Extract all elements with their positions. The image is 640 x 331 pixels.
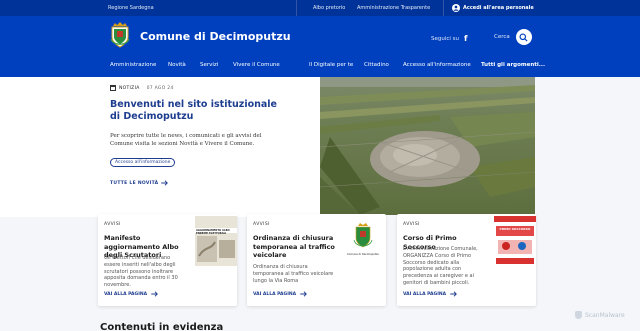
region-link[interactable]: Regione Sardegna xyxy=(108,5,154,11)
tag-label: NOTIZIA xyxy=(119,85,140,91)
hero-section: NOTIZIA 07 AGO 24 Benvenuti nel sito ist… xyxy=(0,77,320,217)
card-link[interactable]: VAI ALLA PAGINA xyxy=(253,291,308,297)
topic-chip[interactable]: Accesso all'informazione xyxy=(110,158,176,167)
facebook-icon[interactable]: f xyxy=(464,34,467,43)
arrow-right-icon xyxy=(151,291,159,297)
hero-aerial-photo xyxy=(320,77,535,215)
search-area: Cerca xyxy=(494,29,532,45)
arrow-right-icon xyxy=(161,180,169,186)
card-thumbnail-text: Comune di Decimoputzu xyxy=(347,253,379,256)
divider xyxy=(443,0,444,16)
search-label: Cerca xyxy=(494,34,510,40)
calendar-icon xyxy=(110,85,116,91)
amministrazione-trasparente-link[interactable]: Amministrazione Trasparente xyxy=(357,5,430,11)
divider xyxy=(296,0,297,16)
nav-item-amministrazione[interactable]: Amministrazione xyxy=(110,62,156,68)
card-thumbnail: PRIMO SOCCORSO xyxy=(494,216,536,266)
header: Comune di Decimoputzu Seguici su f Cerca… xyxy=(0,16,640,77)
municipal-crest-logo[interactable] xyxy=(110,22,130,48)
news-card[interactable]: AVVISI Ordinanza di chiusura temporanea … xyxy=(247,214,386,306)
watermark: ScanMalware xyxy=(575,311,625,319)
watermark-label: ScanMalware xyxy=(585,311,625,319)
card-description: L'Amministrazione Comunale, ORGANIZZA Co… xyxy=(403,246,478,286)
news-tag: NOTIZIA 07 AGO 24 xyxy=(110,85,174,91)
card-link[interactable]: VAI ALLA PAGINA xyxy=(403,291,458,297)
card-link-label: VAI ALLA PAGINA xyxy=(253,291,297,297)
login-button[interactable]: Accedi all'area personale xyxy=(452,3,534,13)
arrow-right-icon xyxy=(300,291,308,297)
site-title[interactable]: Comune di Decimoputzu xyxy=(140,30,291,43)
nav-item-cittadino[interactable]: Cittadino xyxy=(364,62,389,68)
main-navigation: Amministrazione Novità Servizi Vivere il… xyxy=(0,62,640,76)
card-category: AVVISI xyxy=(104,222,121,227)
search-icon xyxy=(519,32,528,42)
all-news-link[interactable]: TUTTE LE NOVITÀ xyxy=(110,180,169,186)
login-label: Accedi all'area personale xyxy=(463,5,534,11)
card-category: AVVISI xyxy=(253,222,270,227)
social-links: Seguici su f xyxy=(431,34,468,43)
top-bar: Regione Sardegna Albo pretorio Amministr… xyxy=(0,0,640,16)
card-description: Gli elettori che desiderano essere inser… xyxy=(104,255,178,289)
card-link-label: VAI ALLA PAGINA xyxy=(104,291,148,297)
nav-item-servizi[interactable]: Servizi xyxy=(200,62,218,68)
card-thumbnail-text: PRIMO SOCCORSO xyxy=(499,227,531,231)
user-icon xyxy=(452,4,460,12)
section-heading: Contenuti in evidenza xyxy=(100,322,224,331)
nav-item-accesso-informazione[interactable]: Accesso all'informazione xyxy=(403,62,471,68)
search-button[interactable] xyxy=(515,29,532,45)
albo-pretorio-link[interactable]: Albo pretorio xyxy=(313,5,345,11)
nav-item-tutti-argomenti[interactable]: Tutti gli argomenti... xyxy=(481,62,545,68)
card-link[interactable]: VAI ALLA PAGINA xyxy=(104,291,159,297)
news-date: 07 AGO 24 xyxy=(146,85,174,91)
news-card[interactable]: AVVISI Manifesto aggiornamento Albo degl… xyxy=(98,214,237,306)
card-title[interactable]: Ordinanza di chiusura temporanea al traf… xyxy=(253,234,337,260)
card-category: AVVISI xyxy=(403,222,420,227)
card-link-label: VAI ALLA PAGINA xyxy=(403,291,447,297)
social-label: Seguici su xyxy=(431,35,460,42)
hero-description: Per scoprire tutte le news, i comunicati… xyxy=(110,133,262,147)
news-card[interactable]: AVVISI Corso di Primo Soccorso L'Amminis… xyxy=(397,214,536,306)
shield-icon xyxy=(575,311,582,319)
nav-item-digitale[interactable]: Il Digitale per te xyxy=(309,62,353,68)
card-thumbnail-text: AGGIORNAMENTO ALBO ENDENTI ELETTORALI SC… xyxy=(196,229,230,234)
card-thumbnail: AGGIORNAMENTO ALBO ENDENTI ELETTORALI SC… xyxy=(195,216,237,266)
nav-item-vivere-il-comune[interactable]: Vivere il Comune xyxy=(233,62,280,68)
all-news-label: TUTTE LE NOVITÀ xyxy=(110,180,159,186)
arrow-right-icon xyxy=(450,291,458,297)
card-description: Ordinanza di chiusura temporanea al traf… xyxy=(253,264,334,284)
card-thumbnail: Comune di Decimoputzu xyxy=(342,216,384,266)
nav-item-novita[interactable]: Novità xyxy=(168,62,186,68)
hero-title[interactable]: Benvenuti nel sito istituzionale di Deci… xyxy=(110,99,280,123)
